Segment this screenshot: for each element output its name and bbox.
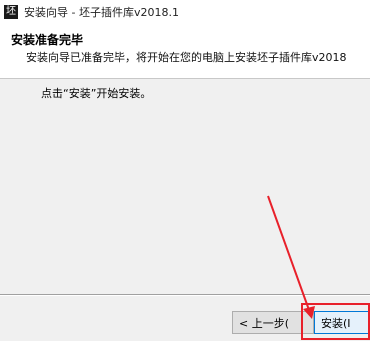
page-subtitle: 安装向导已准备完毕，将开始在您的电脑上安装坯子插件库v2018 <box>26 51 347 64</box>
instruction-text: 点击“安装”开始安装。 <box>41 87 152 100</box>
window-title: 安装向导 - 坯子插件库v2018.1 <box>24 6 179 19</box>
annotation-highlight-box <box>301 303 370 340</box>
page-title: 安装准备完毕 <box>11 33 84 47</box>
window-titlebar: 坯 安装向导 - 坯子插件库v2018.1 <box>0 0 370 24</box>
app-icon: 坯 <box>4 5 18 19</box>
footer-divider <box>0 294 370 296</box>
wizard-header: 安装准备完毕 安装向导已准备完毕，将开始在您的电脑上安装坯子插件库v2018 <box>0 24 370 79</box>
wizard-content: 点击“安装”开始安装。 <box>0 79 370 294</box>
